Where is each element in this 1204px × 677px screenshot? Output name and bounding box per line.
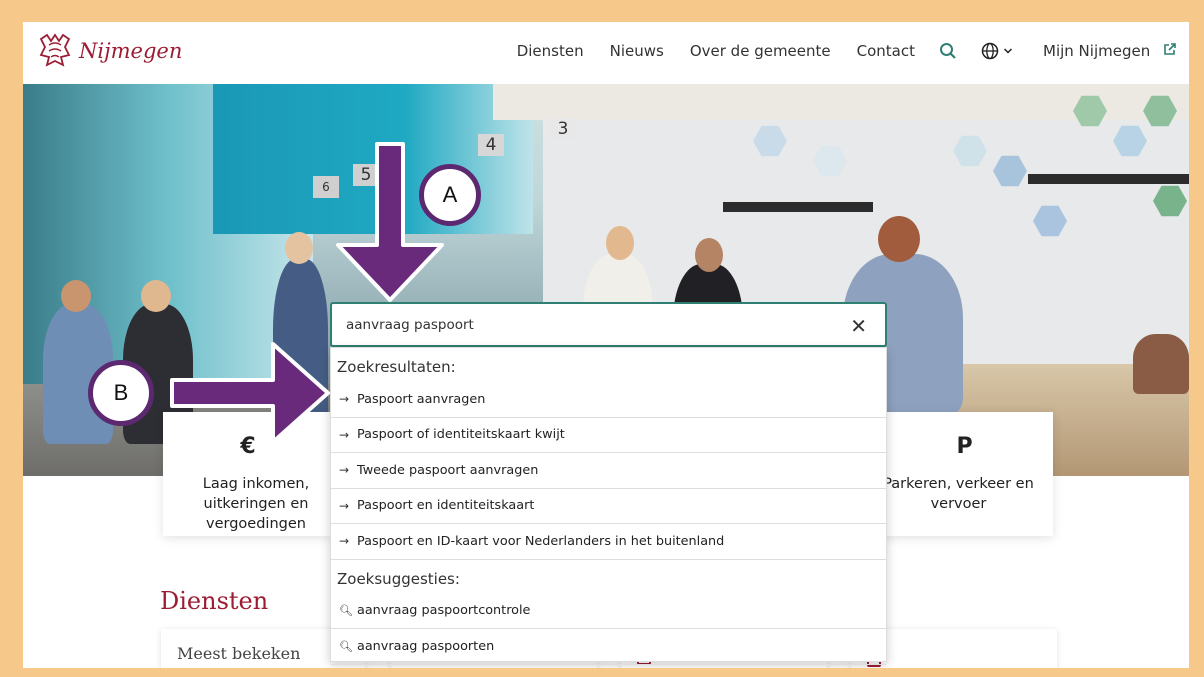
- search-result-item[interactable]: → Paspoort en ID-kaart voor Nederlanders …: [331, 524, 886, 560]
- search-input[interactable]: [332, 316, 832, 333]
- language-selector[interactable]: [981, 42, 1013, 60]
- arrow-right-icon: →: [339, 427, 350, 442]
- brand-name: Nijmegen: [79, 39, 183, 63]
- result-label: Paspoort of identiteitskaart kwijt: [357, 427, 565, 443]
- nav-contact[interactable]: Contact: [857, 42, 915, 60]
- arrow-right-icon: →: [339, 534, 350, 549]
- external-link-icon: [1163, 42, 1177, 56]
- search-icon: 🔍︎: [339, 639, 353, 653]
- search-suggestion-item[interactable]: 🔍︎ aanvraag paspoorten: [331, 629, 886, 665]
- result-label: Paspoort aanvragen: [357, 391, 486, 407]
- annotation-circle-b: B: [88, 360, 154, 426]
- annotation-label-b: B: [113, 380, 129, 405]
- counter-number: 4: [478, 134, 504, 156]
- category-card-parkeren[interactable]: P Parkeren, verkeer en vervoer: [876, 412, 1053, 536]
- mijn-nijmegen-label: Mijn Nijmegen: [1043, 42, 1151, 60]
- arrow-right-icon: →: [339, 392, 350, 407]
- chevron-down-icon: [1003, 48, 1013, 54]
- suggestion-label: aanvraag paspoorten: [357, 638, 495, 654]
- search-dropdown: Zoekresultaten: → Paspoort aanvragen → Pas…: [330, 347, 887, 665]
- annotation-arrow-right: [170, 342, 330, 444]
- nav-nieuws[interactable]: Nieuws: [610, 42, 664, 60]
- globe-icon: [981, 42, 999, 60]
- arrow-right-icon: →: [339, 498, 350, 513]
- site-logo[interactable]: Nijmegen: [37, 33, 182, 69]
- search-result-item[interactable]: → Paspoort of identiteitskaart kwijt: [331, 418, 886, 453]
- section-title: Diensten: [160, 587, 269, 615]
- close-icon[interactable]: ✕: [850, 314, 867, 338]
- search-result-item[interactable]: → Tweede paspoort aanvragen: [331, 453, 886, 489]
- arrow-right-icon: →: [339, 463, 350, 478]
- site-header: Nijmegen Diensten Nieuws Over de gemeent…: [23, 22, 1189, 84]
- annotation-circle-a: A: [419, 164, 481, 226]
- results-heading: Zoekresultaten:: [337, 358, 456, 376]
- result-label: Paspoort en ID-kaart voor Nederlanders i…: [357, 533, 725, 549]
- mijn-nijmegen-link[interactable]: Mijn Nijmegen: [1043, 42, 1177, 60]
- nav-over-de-gemeente[interactable]: Over de gemeente: [690, 42, 831, 60]
- search-icon: 🔍︎: [339, 604, 353, 618]
- suggestions-heading: Zoeksuggesties:: [337, 569, 460, 588]
- search-result-item[interactable]: → Paspoort aanvragen: [331, 382, 886, 418]
- parking-icon: P: [956, 434, 973, 459]
- main-nav: Diensten Nieuws Over de gemeente Contact…: [491, 42, 1177, 60]
- suggestion-label: aanvraag paspoortcontrole: [357, 603, 531, 619]
- annotation-arrow-down: [336, 142, 444, 302]
- category-label: Parkeren, verkeer en vervoer: [883, 476, 1034, 512]
- search-suggestion-item[interactable]: 🔍︎ aanvraag paspoortcontrole: [331, 594, 886, 629]
- search-bar: ✕: [330, 302, 887, 347]
- nav-diensten[interactable]: Diensten: [517, 42, 584, 60]
- result-label: Tweede paspoort aanvragen: [357, 462, 539, 478]
- search-icon[interactable]: [939, 42, 957, 60]
- annotation-label-a: A: [442, 182, 458, 207]
- counter-number: 3: [550, 118, 576, 140]
- lion-crest-icon: [39, 33, 71, 67]
- category-label: Laag inkomen, uitkeringen en vergoedinge…: [202, 476, 310, 532]
- result-label: Paspoort en identiteitskaart: [357, 498, 535, 514]
- search-result-item[interactable]: → Paspoort en identiteitskaart: [331, 489, 886, 524]
